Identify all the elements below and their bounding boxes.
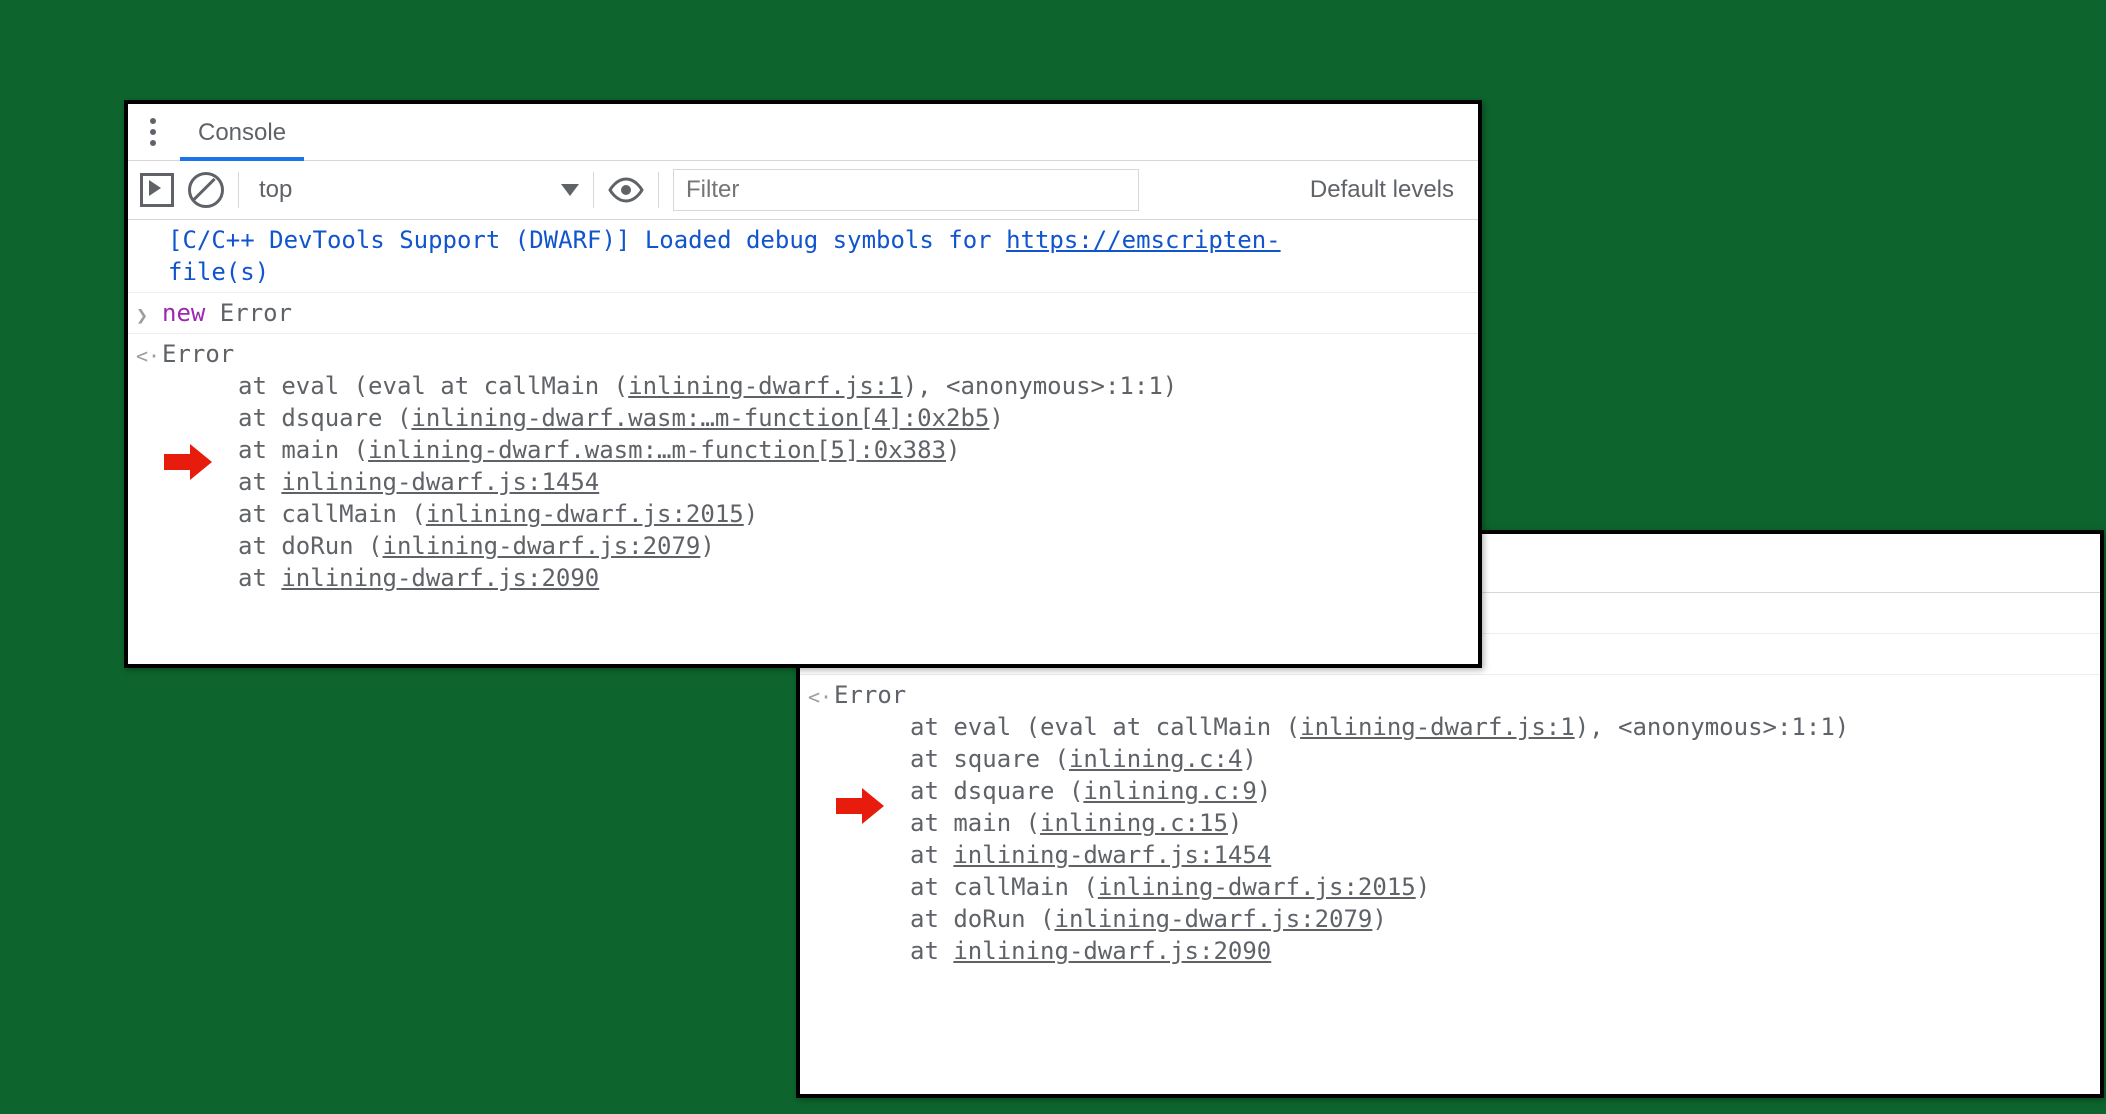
live-expression-eye-icon[interactable]	[608, 177, 644, 203]
tab-console[interactable]: Console	[180, 107, 304, 161]
stack-frame: at inlining-dwarf.js:1454	[162, 466, 1478, 498]
log-levels-dropdown[interactable]: Default levels	[1310, 176, 1466, 204]
stack-frame: at main (inlining-dwarf.wasm:…m-function…	[162, 434, 1478, 466]
stack-frame: at callMain (inlining-dwarf.js:2015)	[834, 871, 2100, 903]
stack-frame: at dsquare (inlining-dwarf.wasm:…m-funct…	[162, 402, 1478, 434]
stack-frame: at inlining-dwarf.js:1454	[834, 839, 2100, 871]
result-chevron-icon: <·	[808, 681, 832, 713]
stack-frame: at callMain (inlining-dwarf.js:2015)	[162, 498, 1478, 530]
log-levels-label: Default levels	[1310, 176, 1454, 204]
source-link[interactable]: inlining.c:4	[1069, 745, 1242, 773]
stack-frame: at eval (eval at callMain (inlining-dwar…	[834, 711, 2100, 743]
context-selector[interactable]: top	[253, 176, 579, 204]
stack-frame: at dsquare (inlining.c:9)	[834, 775, 2100, 807]
chevron-down-icon	[561, 184, 579, 196]
filter-input[interactable]	[673, 169, 1139, 211]
source-link[interactable]: inlining-dwarf.js:2090	[281, 564, 599, 592]
source-link[interactable]: inlining-dwarf.js:2079	[383, 532, 701, 560]
message-list: [C/C++ DevTools Support (DWARF)] Loaded …	[128, 220, 1478, 598]
source-link[interactable]: inlining-dwarf.js:2015	[426, 500, 744, 528]
devtools-panel-before: Console top Default levels [C/C++ DevToo…	[124, 100, 1482, 668]
console-input-row[interactable]: ❯ new Error	[128, 293, 1478, 334]
stack-frame: at eval (eval at callMain (inlining-dwar…	[162, 370, 1478, 402]
error-label: Error	[834, 681, 906, 709]
stack-frame: at main (inlining.c:15)	[834, 807, 2100, 839]
stack-frame: at inlining-dwarf.js:2090	[834, 935, 2100, 967]
source-link[interactable]: inlining-dwarf.wasm:…m-function[5]:0x383	[368, 436, 946, 464]
source-link[interactable]: inlining-dwarf.js:2079	[1055, 905, 1373, 933]
stack-frame: at doRun (inlining-dwarf.js:2079)	[162, 530, 1478, 562]
prompt-chevron-icon: ❯	[136, 299, 148, 331]
result-chevron-icon: <·	[136, 340, 160, 372]
console-toolbar: top Default levels	[128, 161, 1478, 220]
execute-icon[interactable]	[140, 173, 174, 207]
source-link[interactable]: inlining-dwarf.js:2015	[1098, 873, 1416, 901]
symbol-url-link[interactable]: https://emscripten-	[1006, 226, 1281, 254]
source-link[interactable]: inlining.c:15	[1040, 809, 1228, 837]
more-menu-icon[interactable]	[138, 112, 168, 152]
context-label: top	[259, 176, 292, 204]
tab-bar: Console	[128, 104, 1478, 161]
divider	[658, 172, 659, 208]
clear-console-icon[interactable]	[188, 172, 224, 208]
source-link[interactable]: inlining-dwarf.js:2090	[953, 937, 1271, 965]
stack-frame: at doRun (inlining-dwarf.js:2079)	[834, 903, 2100, 935]
source-link[interactable]: inlining-dwarf.js:1	[628, 372, 903, 400]
source-link[interactable]: inlining-dwarf.wasm:…m-function[4]:0x2b5	[411, 404, 989, 432]
source-link[interactable]: inlining-dwarf.js:1454	[953, 841, 1271, 869]
keyword-new: new	[162, 299, 205, 327]
error-label: Error	[162, 340, 234, 368]
info-message: [C/C++ DevTools Support (DWARF)] Loaded …	[128, 220, 1478, 293]
identifier-error: Error	[205, 299, 292, 327]
divider	[593, 172, 594, 208]
stack-frame: at inlining-dwarf.js:2090	[162, 562, 1478, 594]
console-output-error: <· Error at eval (eval at callMain (inli…	[800, 675, 2100, 971]
divider	[238, 172, 239, 208]
source-link[interactable]: inlining-dwarf.js:1	[1300, 713, 1575, 741]
source-link[interactable]: inlining.c:9	[1083, 777, 1256, 805]
stack-frame: at square (inlining.c:4)	[834, 743, 2100, 775]
console-output-error: <· Error at eval (eval at callMain (inli…	[128, 334, 1478, 598]
source-link[interactable]: inlining-dwarf.js:1454	[281, 468, 599, 496]
